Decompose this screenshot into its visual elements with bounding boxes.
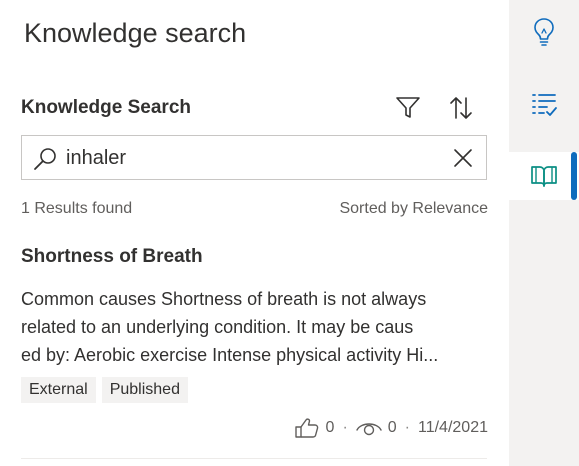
- result-snippet-line: related to an underlying condition. It m…: [21, 317, 414, 337]
- result-snippet-line: Common causes Shortness of breath is not…: [21, 289, 427, 309]
- tag-external: External: [21, 377, 96, 403]
- rail-item-suggestions[interactable]: [509, 8, 579, 56]
- rail-item-tasks[interactable]: [509, 80, 579, 128]
- clear-search-button[interactable]: [450, 145, 476, 171]
- rail-active-indicator: [571, 152, 577, 200]
- result-tags: External Published: [21, 377, 188, 403]
- tag-published: Published: [101, 377, 188, 403]
- meta-separator: ·: [404, 419, 410, 436]
- result-date: 11/4/2021: [418, 419, 488, 436]
- filter-button[interactable]: [391, 91, 425, 125]
- checklist-icon: [532, 94, 557, 116]
- like-count: 0: [325, 419, 335, 436]
- book-icon: [531, 166, 557, 187]
- sort-icon: [450, 97, 472, 119]
- result-divider: [21, 458, 487, 459]
- knowledge-search-pane: Knowledge search Knowledge Search inhale…: [0, 0, 579, 466]
- search-icon: [34, 148, 56, 170]
- eye-icon: [356, 423, 382, 436]
- search-input[interactable]: [66, 142, 436, 174]
- result-meta: 0 · 0 · 11/4/2021: [294, 414, 488, 442]
- thumbs-up-icon[interactable]: [294, 417, 320, 439]
- search-box: [21, 135, 487, 180]
- main-panel: Knowledge search Knowledge Search inhale…: [0, 0, 509, 466]
- panel-title: Knowledge search: [24, 18, 247, 48]
- close-icon: [454, 149, 472, 167]
- view-count: 0: [387, 419, 397, 436]
- result-snippet: Common causes Shortness of breath is not…: [21, 285, 505, 369]
- sort-button[interactable]: [444, 91, 478, 125]
- meta-separator: ·: [342, 419, 348, 436]
- filter-icon: [396, 97, 420, 118]
- lightbulb-icon: [534, 18, 554, 46]
- sorted-by-label[interactable]: Sorted by Relevance: [339, 200, 488, 218]
- results-count: 1 Results found: [21, 200, 133, 217]
- side-rail: [509, 0, 579, 466]
- result-title[interactable]: Shortness of Breath: [21, 246, 203, 268]
- result-snippet-line: ed by: Aerobic exercise Intense physical…: [21, 345, 439, 365]
- section-title: Knowledge Search: [21, 97, 191, 118]
- rail-item-knowledge[interactable]: [509, 152, 579, 200]
